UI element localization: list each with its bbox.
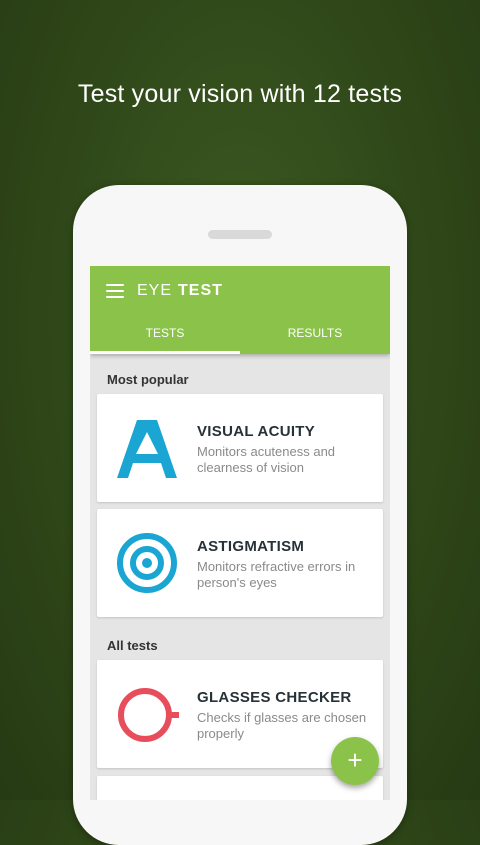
card-description: Monitors acuteness and clearness of visi…: [197, 444, 336, 475]
card-title: ASTIGMATISM: [197, 538, 305, 555]
app-title-bold: TEST: [178, 282, 223, 299]
section-all-tests: All tests: [107, 638, 158, 653]
app-title: EYE TEST: [137, 282, 223, 300]
headline: Test your vision with 12 tests: [77, 80, 403, 108]
add-fab-button[interactable]: +: [331, 737, 379, 785]
tab-results[interactable]: RESULTS: [240, 326, 390, 340]
card-visual-acuity[interactable]: VISUAL ACUITY Monitors acuteness and cle…: [97, 394, 383, 502]
card-astigmatism[interactable]: ASTIGMATISM Monitors refractive errors i…: [97, 509, 383, 617]
app-screen: EYE TEST TESTS RESULTS Most popular VISUA…: [90, 266, 390, 800]
active-tab-indicator: [90, 351, 240, 354]
section-most-popular: Most popular: [107, 372, 189, 387]
app-title-light: EYE: [137, 282, 173, 299]
hamburger-menu-icon[interactable]: [106, 284, 124, 298]
card-title: VISUAL ACUITY: [197, 423, 316, 440]
glasses-lens-icon: [118, 688, 179, 742]
card-title: GLASSES CHECKER: [197, 689, 352, 706]
tab-tests[interactable]: TESTS: [90, 326, 240, 340]
target-icon: [117, 533, 177, 593]
letter-a-icon: [117, 420, 177, 478]
card-description: Monitors refractive errors in person's e…: [197, 559, 356, 590]
app-bar: EYE TEST TESTS RESULTS: [90, 266, 390, 354]
phone-speaker: [208, 230, 272, 239]
